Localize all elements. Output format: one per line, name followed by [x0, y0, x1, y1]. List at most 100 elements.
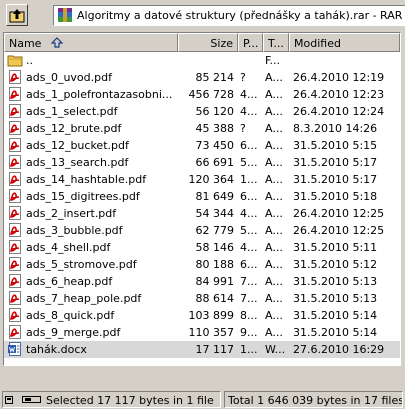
column-header-packed[interactable]: P...	[238, 33, 263, 52]
file-type: W...	[265, 343, 286, 356]
file-modified: 26.4.2010 12:19	[293, 71, 385, 84]
pdf-icon	[7, 188, 23, 204]
pdf-icon	[7, 137, 23, 153]
column-type-label: T...	[268, 37, 284, 50]
file-packed: ?	[240, 122, 246, 135]
file-row[interactable]: ads_8_quick.pdf 103 899 8... A... 31.5.2010 …	[4, 307, 400, 324]
column-header-size[interactable]: Size	[178, 33, 238, 52]
file-size: 45 388	[195, 122, 235, 135]
file-modified: 31.5.2010 5:17	[293, 173, 378, 186]
file-size: 103 899	[188, 309, 235, 322]
file-row[interactable]: ads_15_digitrees.pdf 81 649 6... A... 31.5.2…	[4, 188, 400, 205]
pdf-icon	[7, 324, 23, 340]
file-packed: 9...	[240, 326, 258, 339]
file-packed: 6...	[240, 258, 258, 271]
file-name: ads_12_brute.pdf	[26, 122, 122, 135]
file-row[interactable]: ads_4_shell.pdf 58 146 4... A... 31.5.2010 5…	[4, 239, 400, 256]
file-size: 456 728	[188, 88, 235, 101]
file-row[interactable]: ads_5_stromove.pdf 80 188 6... A... 31.5.201…	[4, 256, 400, 273]
file-packed: 8...	[240, 309, 258, 322]
file-row[interactable]: ads_2_insert.pdf 54 344 4... A... 26.4.2010 …	[4, 205, 400, 222]
file-type: A...	[265, 71, 283, 84]
file-row[interactable]: ads_1_select.pdf 56 120 4... A... 26.4.2010 …	[4, 103, 400, 120]
up-arrow-icon	[9, 9, 25, 23]
column-size-label: Size	[210, 37, 233, 50]
archive-path-field[interactable]: Algoritmy a datové struktury (přednášky …	[53, 5, 405, 26]
file-row[interactable]: .. F...	[4, 52, 400, 69]
file-packed: 6...	[240, 190, 258, 203]
file-name: ads_12_bucket.pdf	[26, 139, 129, 152]
up-folder-button[interactable]	[6, 4, 28, 26]
file-row[interactable]: ads_12_bucket.pdf 73 450 6... A... 31.5.2010…	[4, 137, 400, 154]
rar-archive-icon	[57, 7, 73, 25]
file-modified: 26.4.2010 12:25	[293, 224, 385, 237]
file-name: ads_3_bubble.pdf	[26, 224, 123, 237]
pdf-icon	[7, 86, 23, 102]
file-size: 120 364	[188, 173, 235, 186]
file-packed: 5...	[240, 224, 258, 237]
file-size: 110 357	[188, 326, 235, 339]
file-size: 54 344	[195, 207, 235, 220]
toolbar: Algoritmy a datové struktury (přednášky …	[0, 0, 405, 30]
file-list[interactable]: Name Size P... T... Modified .. F... ads_0…	[3, 32, 401, 366]
file-packed: 1...	[240, 173, 258, 186]
folder-icon	[7, 52, 23, 68]
file-row[interactable]: ads_7_heap_pole.pdf 88 614 7... A... 31.5.20…	[4, 290, 400, 307]
pdf-icon	[7, 273, 23, 289]
file-modified: 31.5.2010 5:18	[293, 190, 378, 203]
file-type: A...	[265, 326, 283, 339]
file-name: tahák.docx	[26, 343, 87, 356]
file-type: A...	[265, 190, 283, 203]
archive-path-text: Algoritmy a datové struktury (přednášky …	[77, 9, 405, 22]
file-list-header: Name Size P... T... Modified	[4, 33, 400, 52]
file-row[interactable]: ads_12_brute.pdf 45 388? A... 8.3.2010 14:2…	[4, 120, 400, 137]
file-size: 81 649	[195, 190, 235, 203]
column-header-name[interactable]: Name	[4, 33, 178, 52]
file-modified: 31.5.2010 5:11	[293, 241, 378, 254]
status-total-panel: Total 1 646 039 bytes in 17 files	[224, 391, 403, 408]
file-name: ads_1_select.pdf	[26, 105, 118, 118]
file-type: A...	[265, 139, 283, 152]
column-header-type[interactable]: T...	[263, 33, 289, 52]
file-packed: 1...	[240, 343, 258, 356]
file-name: ads_13_search.pdf	[26, 156, 129, 169]
file-row[interactable]: ads_3_bubble.pdf 62 779 5... A... 26.4.2010 …	[4, 222, 400, 239]
file-size: 73 450	[195, 139, 235, 152]
file-modified: 31.5.2010 5:13	[293, 275, 378, 288]
file-name: ads_1_polefrontazasobni...	[26, 88, 173, 101]
file-size: 88 614	[195, 292, 235, 305]
file-size: 84 991	[195, 275, 235, 288]
drive-icon	[5, 394, 21, 408]
file-size: 66 691	[195, 156, 235, 169]
file-row[interactable]: ads_14_hashtable.pdf 120 364 1... A... 31.5.…	[4, 171, 400, 188]
file-type: A...	[265, 105, 283, 118]
file-name: ads_7_heap_pole.pdf	[26, 292, 142, 305]
column-packed-label: P...	[243, 37, 259, 50]
file-modified: 31.5.2010 5:12	[293, 258, 378, 271]
file-name: ads_6_heap.pdf	[26, 275, 113, 288]
file-row[interactable]: tahák.docx 17 117 1... W... 27.6.2010 16:29	[4, 341, 400, 358]
file-name: ads_5_stromove.pdf	[26, 258, 137, 271]
file-type: A...	[265, 258, 283, 271]
file-type: F...	[265, 54, 281, 67]
pdf-icon	[7, 171, 23, 187]
file-name: ads_0_uvod.pdf	[26, 71, 112, 84]
file-name: ads_4_shell.pdf	[26, 241, 111, 254]
file-row[interactable]: ads_1_polefrontazasobni... 456 728 4... A..…	[4, 86, 400, 103]
column-name-label: Name	[9, 37, 42, 50]
file-packed: 6...	[240, 139, 258, 152]
file-type: A...	[265, 292, 283, 305]
file-row[interactable]: ads_13_search.pdf 66 691 5... A... 31.5.2010…	[4, 154, 400, 171]
pdf-icon	[7, 307, 23, 323]
file-type: A...	[265, 309, 283, 322]
file-row[interactable]: ads_9_merge.pdf 110 357 9... A... 31.5.2010 …	[4, 324, 400, 341]
file-size: 80 188	[195, 258, 235, 271]
file-row[interactable]: ads_0_uvod.pdf 85 214? A... 26.4.2010 12:19	[4, 69, 400, 86]
file-size: 17 117	[195, 343, 235, 356]
column-header-modified[interactable]: Modified	[289, 33, 400, 52]
status-selection-panel: Selected 17 117 bytes in 1 file	[2, 391, 221, 408]
pdf-icon	[7, 205, 23, 221]
file-packed: 5...	[240, 156, 258, 169]
file-row[interactable]: ads_6_heap.pdf 84 991 7... A... 31.5.2010 5:…	[4, 273, 400, 290]
file-modified: 31.5.2010 5:14	[293, 326, 378, 339]
